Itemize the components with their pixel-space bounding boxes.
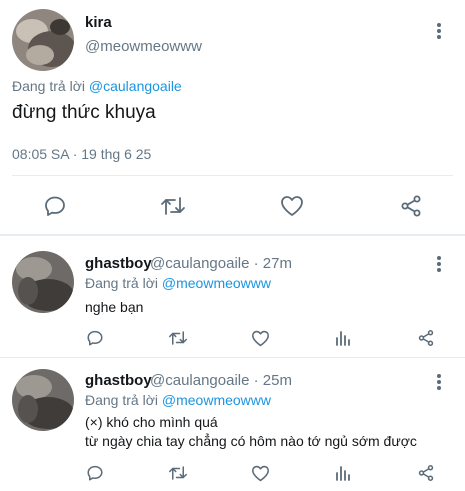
tweet-timestamp: 08:05 SA · 19 thg 6 25 bbox=[12, 146, 152, 162]
replying-to-handle-link[interactable]: @meowmeowww bbox=[162, 392, 271, 408]
author-name[interactable]: kira bbox=[85, 14, 112, 31]
analytics-icon bbox=[336, 466, 350, 481]
avatar[interactable] bbox=[12, 9, 74, 71]
avatar[interactable] bbox=[12, 251, 74, 313]
heart-icon bbox=[251, 465, 269, 481]
reply-meta[interactable]: @caulangoaile · 25m bbox=[150, 372, 292, 389]
section-divider bbox=[0, 234, 465, 236]
share-button[interactable] bbox=[416, 463, 436, 483]
reply-text-line: từ ngày chia tay chẳng có hôm nào tớ ngủ… bbox=[85, 433, 417, 449]
retweet-button[interactable] bbox=[168, 463, 188, 483]
reply-text-line: (×) khó cho mình quá bbox=[85, 414, 218, 430]
retweet-icon bbox=[169, 331, 187, 345]
reply-author-name[interactable]: ghastboy bbox=[85, 372, 152, 389]
like-button[interactable] bbox=[277, 191, 307, 221]
like-button[interactable] bbox=[250, 328, 270, 348]
retweet-button[interactable] bbox=[158, 191, 188, 221]
replying-to: Đang trả lời @meowmeowww bbox=[85, 275, 271, 291]
reply-author-name[interactable]: ghastboy bbox=[85, 255, 152, 272]
share-icon bbox=[401, 195, 421, 217]
replying-to-handle-link[interactable]: @caulangoaile bbox=[89, 78, 182, 94]
analytics-button[interactable] bbox=[333, 328, 353, 348]
share-button[interactable] bbox=[416, 328, 436, 348]
replying-to-label: Đang trả lời bbox=[12, 78, 89, 94]
divider bbox=[0, 357, 465, 358]
more-options-icon[interactable] bbox=[437, 256, 441, 272]
more-options-icon[interactable] bbox=[437, 374, 441, 390]
analytics-button[interactable] bbox=[333, 463, 353, 483]
replying-to-handle-link[interactable]: @meowmeowww bbox=[162, 275, 271, 291]
reply-icon bbox=[87, 465, 103, 481]
retweet-button[interactable] bbox=[168, 328, 188, 348]
replying-to: Đang trả lời @caulangoaile bbox=[12, 78, 182, 94]
replying-to-label: Đang trả lời bbox=[85, 275, 162, 291]
heart-icon bbox=[281, 196, 303, 216]
reply-text: nghe bạn bbox=[85, 299, 144, 315]
divider bbox=[12, 175, 453, 176]
retweet-icon bbox=[169, 466, 187, 480]
author-handle[interactable]: @meowmeowww bbox=[85, 38, 202, 55]
retweet-icon bbox=[161, 197, 185, 215]
reply-icon bbox=[87, 330, 103, 346]
share-icon bbox=[418, 465, 434, 481]
analytics-icon bbox=[336, 331, 350, 346]
reply-button[interactable] bbox=[85, 328, 105, 348]
heart-icon bbox=[251, 330, 269, 346]
reply-icon bbox=[45, 196, 65, 216]
more-options-icon[interactable] bbox=[437, 23, 441, 39]
reply-meta[interactable]: @caulangoaile · 27m bbox=[150, 255, 292, 272]
reply-button[interactable] bbox=[85, 463, 105, 483]
share-button[interactable] bbox=[396, 191, 426, 221]
replying-to: Đang trả lời @meowmeowww bbox=[85, 392, 271, 408]
reply-button[interactable] bbox=[40, 191, 70, 221]
like-button[interactable] bbox=[250, 463, 270, 483]
replying-to-label: Đang trả lời bbox=[85, 392, 162, 408]
tweet-text: đừng thức khuya bbox=[12, 102, 156, 123]
share-icon bbox=[418, 330, 434, 346]
avatar[interactable] bbox=[12, 369, 74, 431]
